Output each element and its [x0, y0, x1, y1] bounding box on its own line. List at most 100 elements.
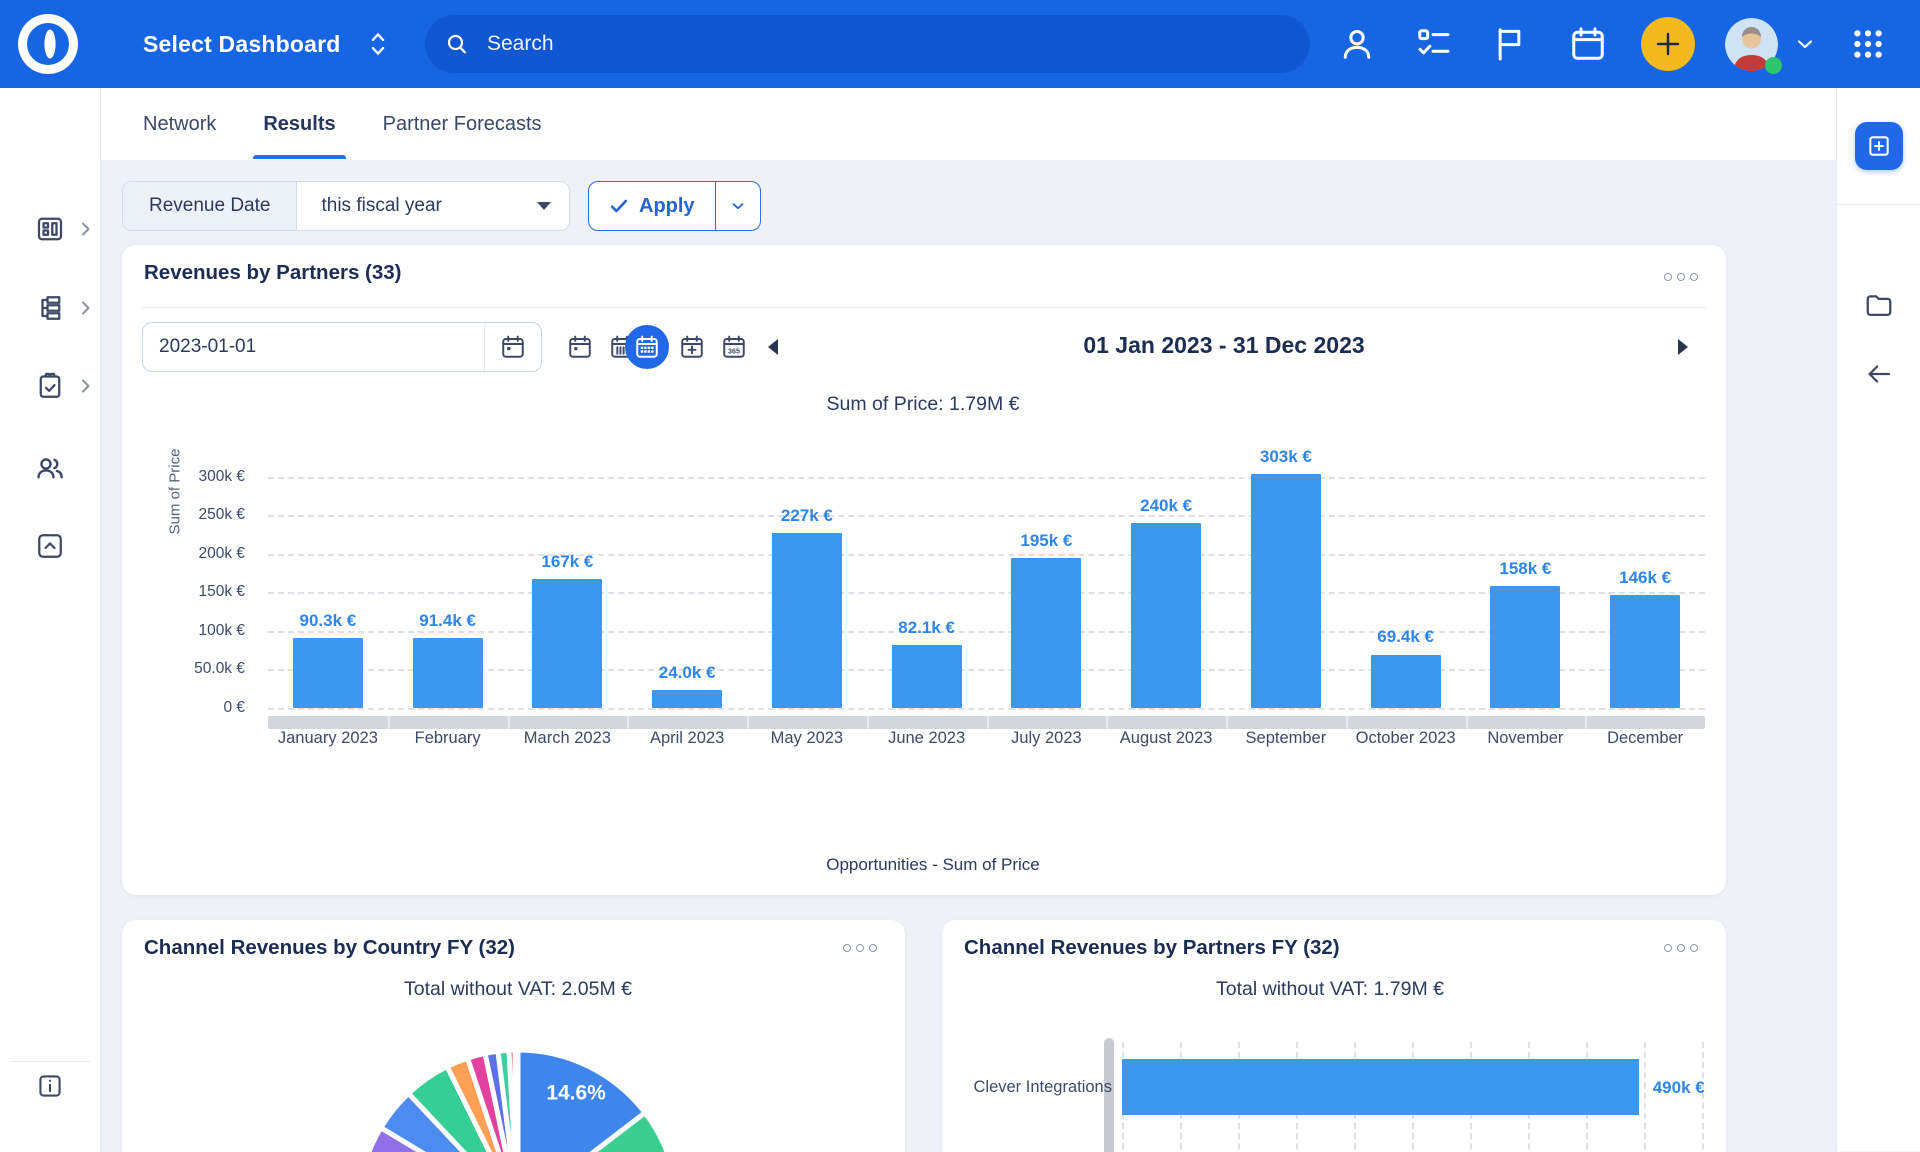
bar-november[interactable]	[1490, 586, 1560, 708]
sidebar-item-archive[interactable]	[0, 518, 100, 574]
bar-january-2023[interactable]	[293, 638, 363, 708]
revenues-by-partners-panel: Revenues by Partners (33)	[122, 245, 1726, 895]
y-tick-label: 50.0k €	[135, 660, 245, 678]
person-icon	[1338, 25, 1376, 63]
chevron-right-icon[interactable]	[80, 220, 92, 238]
sidebar-item-contacts[interactable]	[0, 440, 100, 496]
bar-clever-integrations[interactable]	[1122, 1059, 1639, 1115]
add-widget-button[interactable]	[1855, 122, 1903, 170]
bar-february[interactable]	[413, 638, 483, 709]
flag-icon-button[interactable]	[1487, 22, 1531, 66]
info-icon	[36, 1072, 64, 1100]
sidebar-item-info[interactable]	[0, 1058, 100, 1114]
bar-value-label: 24.0k €	[622, 663, 752, 683]
chart-footer-label: Opportunities - Sum of Price	[826, 855, 1040, 875]
bar-june-2023[interactable]	[892, 645, 962, 708]
dashboard-selector[interactable]: Select Dashboard	[143, 0, 389, 88]
kebab-menu-button[interactable]	[1660, 940, 1702, 956]
date-input[interactable]	[143, 323, 484, 371]
chevron-right-icon[interactable]	[80, 299, 92, 317]
bar-august-2023[interactable]	[1131, 523, 1201, 708]
date-filter-group: Revenue Date this fiscal year	[122, 181, 570, 231]
calendar-year-button[interactable]: 365	[712, 325, 756, 369]
filter-value-dropdown[interactable]: this fiscal year	[297, 182, 569, 230]
calendar-icon-button[interactable]	[1566, 22, 1610, 66]
search-input[interactable]	[485, 31, 1290, 57]
bar-value-label: 146k €	[1580, 568, 1710, 588]
panel-title: Channel Revenues by Country FY (32)	[144, 936, 515, 960]
tab-partner-forecasts[interactable]: Partner Forecasts	[383, 90, 542, 159]
kebab-menu-button[interactable]	[839, 940, 881, 956]
calendar-month-icon	[634, 334, 660, 360]
gridline	[1644, 1042, 1646, 1152]
caret-down-icon	[537, 202, 551, 210]
box-arrow-up-icon	[35, 531, 65, 561]
filter-field-label: Revenue Date	[123, 182, 297, 230]
bar-july-2023[interactable]	[1011, 558, 1081, 708]
bar-value-label: 240k €	[1101, 496, 1231, 516]
quick-add-button[interactable]	[1641, 17, 1695, 71]
widget-folder-button[interactable]	[1857, 283, 1901, 327]
revenues-y-axis: 300k €250k €200k €150k €100k €50.0k €0 €	[135, 465, 245, 708]
tasks-icon-button[interactable]	[1412, 22, 1456, 66]
y-tick-label: 200k €	[135, 545, 245, 563]
calendar-quarter-button[interactable]	[670, 325, 714, 369]
tasks-checklist-icon	[1415, 25, 1453, 63]
tab-results[interactable]: Results	[263, 90, 335, 159]
date-picker-button[interactable]	[484, 323, 541, 371]
calendar-month-button[interactable]	[625, 325, 669, 369]
tab-network[interactable]: Network	[143, 90, 216, 159]
global-search[interactable]	[425, 15, 1310, 73]
bar-value-label: 90.3k €	[263, 611, 393, 631]
channel-revenues-by-country-panel: Channel Revenues by Country FY (32) Tota…	[122, 920, 905, 1152]
app-logo[interactable]	[14, 10, 82, 78]
calendar-icon	[1569, 25, 1607, 63]
add-widget-icon	[1866, 133, 1892, 159]
gridline	[268, 477, 1705, 479]
bar-may-2023[interactable]	[772, 533, 842, 708]
bar-march-2023[interactable]	[532, 579, 602, 708]
chevron-right-icon[interactable]	[80, 377, 92, 395]
date-input-group	[142, 322, 542, 372]
scrollbar-segment-mark	[1226, 716, 1228, 729]
previous-period-button[interactable]	[757, 331, 789, 363]
next-period-icon	[1674, 337, 1692, 357]
country-pie-chart: 14.6%	[348, 1040, 688, 1152]
apps-grid-button[interactable]	[1846, 22, 1890, 66]
next-period-button[interactable]	[1667, 331, 1699, 363]
kebab-menu-button[interactable]	[1660, 269, 1702, 285]
chart-total-label: Sum of Price: 1.79M €	[827, 393, 1020, 416]
panel-total-label: Total without VAT: 1.79M €	[1216, 978, 1444, 1001]
panel-total-label: Total without VAT: 2.05M €	[404, 978, 632, 1001]
back-arrow-button[interactable]	[1857, 352, 1901, 396]
calendar-day-button[interactable]	[558, 325, 602, 369]
sidebar-divider	[10, 1061, 90, 1062]
partners-hbar-plot: 490k €	[1122, 1042, 1702, 1152]
left-sidebar	[0, 88, 101, 1152]
apps-grid-icon	[1851, 27, 1885, 61]
pie-slice-16[interactable]	[515, 1050, 518, 1152]
bar-value-label: 82.1k €	[862, 618, 992, 638]
bar-october-2023[interactable]	[1371, 655, 1441, 709]
online-status-dot	[1765, 57, 1782, 74]
panel-divider	[142, 307, 1706, 308]
user-avatar[interactable]	[1725, 18, 1778, 71]
prev-period-icon	[764, 337, 782, 357]
chevron-down-icon	[1793, 32, 1817, 56]
scrollbar-segment-mark	[1106, 716, 1108, 729]
pie-slice-label: 14.6%	[546, 1081, 606, 1104]
people-icon-button[interactable]	[1335, 22, 1379, 66]
bar-september[interactable]	[1251, 474, 1321, 708]
calendar-day-icon	[567, 334, 593, 360]
chart-horizontal-scrollbar[interactable]	[268, 716, 1705, 729]
revenues-x-axis: January 2023FebruaryMarch 2023April 2023…	[268, 729, 1705, 753]
bar-april-2023[interactable]	[652, 690, 722, 709]
panel-title: Channel Revenues by Partners FY (32)	[964, 936, 1340, 960]
account-menu-chevron[interactable]	[1787, 22, 1823, 66]
bar-december[interactable]	[1610, 595, 1680, 708]
apply-options-chevron[interactable]	[716, 182, 760, 230]
bar-value-label: 69.4k €	[1341, 627, 1471, 647]
scrollbar-segment-mark	[1585, 716, 1587, 729]
country-pie-svg: 14.6%	[348, 1040, 688, 1152]
apply-button[interactable]: Apply	[589, 182, 716, 230]
